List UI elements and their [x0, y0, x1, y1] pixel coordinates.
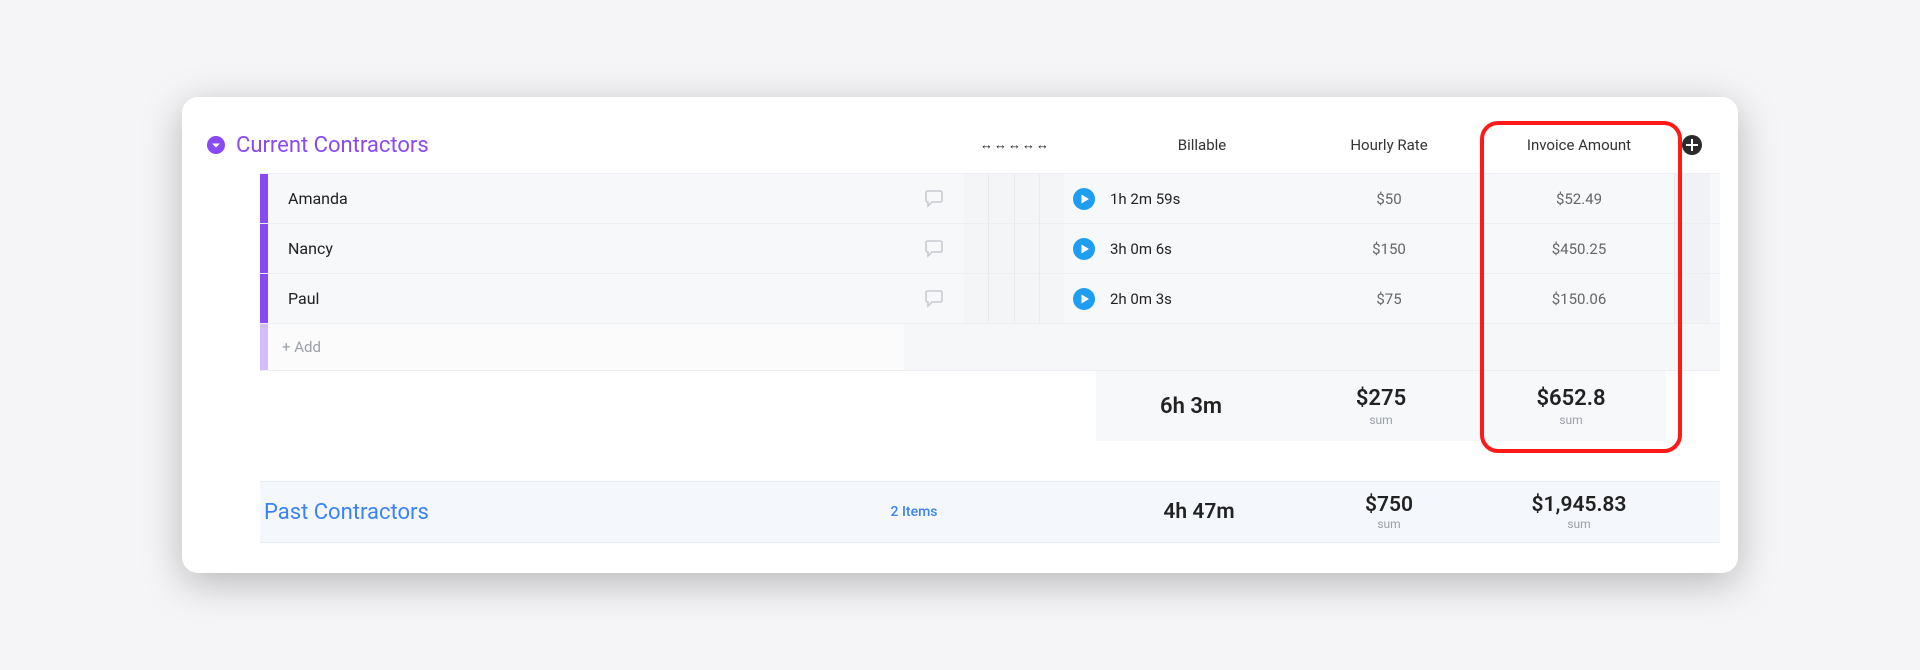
sum-label: sum [1369, 413, 1392, 427]
past-sum-label: sum [1377, 517, 1400, 531]
invoice-value[interactable]: $52.49 [1556, 190, 1602, 208]
sum-invoice-value: $652.8 [1536, 386, 1605, 411]
add-column-button[interactable] [1674, 134, 1710, 156]
table-row[interactable]: Amanda 1h 2m 59s $50 $52.49 [260, 173, 1720, 223]
comment-icon[interactable] [904, 287, 964, 311]
sum-row: 6h 3m $275 sum $652.8 sum [260, 371, 1720, 441]
resize-handle-icon[interactable]: ↔ [980, 137, 992, 153]
mini-cells [964, 174, 1064, 223]
play-button[interactable] [1064, 238, 1104, 260]
section-title[interactable]: Current Contractors [236, 133, 429, 158]
past-invoice-value: $1,945.83 [1532, 493, 1627, 517]
sum-billable-value: 6h 3m [1160, 394, 1222, 419]
mini-cell[interactable] [988, 174, 1013, 223]
row-end-spacer [1674, 174, 1710, 223]
resize-handle-icon[interactable]: ↔ [994, 137, 1006, 153]
section-gap [204, 441, 1720, 481]
past-billable: 4h 47m [1104, 482, 1294, 542]
sum-label: sum [1559, 413, 1582, 427]
rate-value[interactable]: $150 [1372, 240, 1406, 258]
table-rows: Amanda 1h 2m 59s $50 $52.49 Nancy [204, 173, 1720, 441]
billable-value[interactable]: 3h 0m 6s [1110, 240, 1172, 258]
invoice-value[interactable]: $450.25 [1552, 240, 1607, 258]
billable-value[interactable]: 1h 2m 59s [1110, 190, 1180, 208]
past-billable-value: 4h 47m [1163, 500, 1234, 524]
section-header: Current Contractors [204, 127, 904, 163]
row-name-cell[interactable]: Nancy [268, 239, 904, 258]
collapse-toggle[interactable] [206, 135, 226, 155]
sum-end-spacer [1666, 371, 1702, 441]
row-end-spacer [1674, 274, 1710, 323]
sum-rate-value: $275 [1356, 386, 1406, 411]
table-row[interactable]: Paul 2h 0m 3s $75 $150.06 [260, 273, 1720, 323]
add-row-label[interactable]: + Add [268, 338, 904, 356]
column-header-invoice-amount[interactable]: Invoice Amount [1484, 136, 1674, 154]
mini-cells [964, 274, 1064, 323]
row-color-bar [260, 224, 268, 273]
row-end-spacer [1674, 224, 1710, 273]
past-mini-placeholder [964, 482, 1064, 542]
mini-cell[interactable] [1014, 274, 1039, 323]
row-color-bar [260, 274, 268, 323]
mini-cell[interactable] [1014, 174, 1039, 223]
mini-cell[interactable] [988, 274, 1013, 323]
mini-cell[interactable] [1039, 224, 1064, 273]
add-row-rest [904, 324, 1720, 370]
sum-invoice: $652.8 sum [1476, 371, 1666, 441]
play-button[interactable] [1064, 188, 1104, 210]
past-contractors-group[interactable]: Past Contractors 2 Items 4h 47m $750 sum… [260, 481, 1720, 543]
rate-value[interactable]: $75 [1376, 290, 1401, 308]
past-end-spacer [1674, 482, 1710, 542]
past-section-title[interactable]: Past Contractors [260, 482, 864, 542]
resize-handle-icon[interactable]: ↔ [1022, 137, 1034, 153]
comment-icon[interactable] [904, 237, 964, 261]
table-row[interactable]: Nancy 3h 0m 6s $150 $450.25 [260, 223, 1720, 273]
column-resize-handles[interactable]: ↔ ↔ ↔ ↔ ↔ [964, 137, 1064, 153]
mini-cell[interactable] [1039, 174, 1064, 223]
billable-value[interactable]: 2h 0m 3s [1110, 290, 1172, 308]
section-header-row: Current Contractors ↔ ↔ ↔ ↔ ↔ Billable H… [204, 127, 1720, 163]
sum-rate: $275 sum [1286, 371, 1476, 441]
invoice-value[interactable]: $150.06 [1552, 290, 1607, 308]
past-play-placeholder [1064, 482, 1104, 542]
resize-handle-icon[interactable]: ↔ [1036, 137, 1048, 153]
row-color-bar [260, 324, 268, 370]
past-sum-label: sum [1567, 517, 1590, 531]
row-name-cell[interactable]: Paul [268, 289, 904, 308]
rate-value[interactable]: $50 [1376, 190, 1401, 208]
past-rate: $750 sum [1294, 482, 1484, 542]
column-header-billable[interactable]: Billable [1104, 136, 1294, 154]
mini-cells [964, 224, 1064, 273]
play-button[interactable] [1064, 288, 1104, 310]
mini-cell[interactable] [964, 274, 988, 323]
mini-cell[interactable] [1014, 224, 1039, 273]
row-name-cell[interactable]: Amanda [268, 189, 904, 208]
past-rate-value: $750 [1365, 493, 1413, 517]
resize-handle-icon[interactable]: ↔ [1008, 137, 1020, 153]
mini-cell[interactable] [964, 174, 988, 223]
comment-icon[interactable] [904, 187, 964, 211]
row-color-bar [260, 174, 268, 223]
past-item-count: 2 Items [864, 482, 964, 542]
mini-cell[interactable] [988, 224, 1013, 273]
past-invoice: $1,945.83 sum [1484, 482, 1674, 542]
mini-cell[interactable] [1039, 274, 1064, 323]
contractors-card: Current Contractors ↔ ↔ ↔ ↔ ↔ Billable H… [182, 97, 1738, 573]
mini-cell[interactable] [964, 224, 988, 273]
column-header-hourly-rate[interactable]: Hourly Rate [1294, 136, 1484, 154]
sum-billable: 6h 3m [1096, 371, 1286, 441]
add-row[interactable]: + Add [260, 323, 1720, 371]
